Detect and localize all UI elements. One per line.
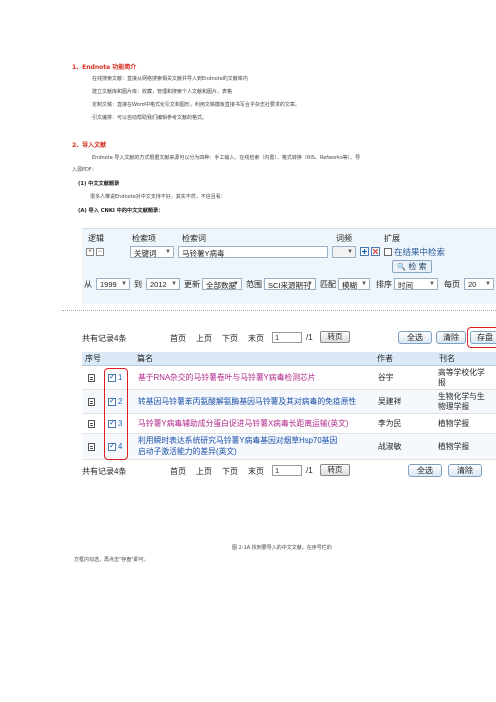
section-2-line: 入源PDF： [72,167,97,173]
select-all-button[interactable]: 全选 [398,331,432,344]
match-select[interactable]: 模糊 ▼ [338,278,370,290]
author: 吴建祥 [378,397,402,406]
field-select[interactable]: 关键词 ▼ [130,246,174,258]
last-page-link[interactable]: 末页 [248,333,264,344]
author: 谷宇 [378,373,394,382]
article-title-link[interactable]: 基于RNA杂交的马铃薯卷叶与马铃薯Y病毒检测芯片 [138,373,316,383]
year-to-select[interactable]: 2012 ▼ [146,278,180,290]
article-title-link[interactable]: 马铃薯Y病毒辅助成分蛋白促进马铃薯X病毒长距离运输(英文) [138,419,349,429]
perpage-select[interactable]: 20 ▼ [464,278,494,290]
section-1-line: 建立文献库和图片库：收藏，管理和搜索个人文献和图片、表格 [92,89,233,95]
first-page-link[interactable]: 首页 [170,333,186,344]
section-1-line: 在线搜索文献：直接从网络搜索相关文献并导入到Endnote的文献库内 [92,76,248,82]
section-2-title: 2、导入文献 [72,142,107,149]
clear-button[interactable]: 清除 [436,331,466,344]
cnki-screenshot: 逻辑 检索项 检索词 词频 扩展 + − 关键词 ▼ 马铃薯Y病毒 ▼ 在结果中检… [62,228,496,534]
article-title-link[interactable]: 利用瞬时表达系统研究马铃薯Y病毒基因对烟草Hsp70基因 [138,436,337,446]
expand-icon[interactable] [371,247,380,256]
table-row: 4 利用瞬时表达系统研究马铃薯Y病毒基因对烟草Hsp70基因 启动子激活能力的差… [82,434,496,460]
figure-caption-cont: 方框内勾选，再点击"存盘"即可。 [74,557,149,563]
extend-label: 扩展 [384,234,400,243]
field-label: 检索项 [132,234,156,243]
next-page-link[interactable]: 下页 [222,466,238,477]
prev-page-link[interactable]: 上页 [196,466,212,477]
document-icon [88,374,95,382]
search-icon: 🔍 [397,264,407,271]
author: 战淑敏 [378,442,402,451]
author: 李为民 [378,419,402,428]
subheading-chinese-records: (1) 中文文献题录 [78,181,120,187]
section-1-line: 引文编排：可以自动帮助我们编辑参考文献的格式。 [92,115,208,121]
search-panel: 逻辑 检索项 检索词 词频 扩展 + − 关键词 ▼ 马铃薯Y病毒 ▼ 在结果中检… [82,228,496,304]
freq-select[interactable]: ▼ [332,246,356,258]
table-row: 3 马铃薯Y病毒辅助成分蛋白促进马铃薯X病毒长距离运输(英文) 李为民 植物学报 [82,414,496,434]
journal: 生物化学与生 [438,392,485,401]
first-page-link[interactable]: 首页 [170,466,186,477]
sort-label: 排序 [376,280,392,289]
from-label: 从 [84,280,92,289]
subheading-cnki: (A) 导入 CNKI 中的中文文献题录： [78,208,164,214]
journal-cont: 报 [438,378,446,387]
col-header-num: 序号 [82,352,134,366]
journal-cont: 物理学报 [438,402,470,411]
add-term-icon[interactable] [360,247,369,256]
article-title-link-cont[interactable]: 启动子激活能力的差异(英文) [138,447,237,457]
col-header-journal: 刊名 [436,352,496,366]
search-term-input[interactable]: 马铃薯Y病毒 [178,246,328,258]
document-icon [88,398,95,406]
update-label: 更新 [184,280,200,289]
scope-select[interactable]: SCI来源期刊 ▼ [264,278,316,290]
total-records: 共有记录4条 [82,334,127,343]
perpage-label: 每页 [444,280,460,289]
total-records-bottom: 共有记录4条 [82,467,127,476]
section-1-title: 1、Endnote 功能简介 [72,64,137,71]
section-1-line: 定制文稿：直接在Word中格式化引文和图形，利用文稿模板直接书写合乎杂志社要求的… [92,102,300,108]
select-all-button[interactable]: 全选 [408,464,442,477]
remove-row-icon[interactable]: − [96,248,104,256]
journal: 植物学报 [438,442,470,451]
sort-select[interactable]: 时间 ▼ [394,278,438,290]
clear-button[interactable]: 清除 [448,464,482,477]
journal: 高等学校化学 [438,368,485,377]
go-page-button[interactable]: 转页 [320,331,350,343]
table-row: 2 转基因马铃薯苯丙氨酸解氨酶基因马铃薯及其对病毒的免疫原性 吴建祥 生物化学与… [82,390,496,414]
document-icon [88,420,95,428]
last-page-link[interactable]: 末页 [248,466,264,477]
page-number-input[interactable]: 1 [272,332,302,343]
page-number-input[interactable]: 1 [272,465,302,476]
highlight-save [467,327,496,348]
subheading-line: 很多人推说Endnote对中文支持不好，其实不然，不信且看： [90,194,226,200]
document-icon [88,443,95,451]
col-header-author: 作者 [374,352,436,366]
in-results-checkbox[interactable] [384,248,392,256]
page-total: /1 [306,466,313,475]
match-label: 匹配 [320,280,336,289]
term-label: 检索词 [182,234,206,243]
article-title-link[interactable]: 转基因马铃薯苯丙氨酸解氨酶基因马铃薯及其对病毒的免疫原性 [138,397,356,407]
update-select[interactable]: 全部数据 ▼ [202,278,242,290]
divider [62,310,496,311]
go-page-button[interactable]: 转页 [320,464,350,476]
col-header-title: 篇名 [134,352,374,366]
section-2-line: Endnote 导入文献的方式根据文献来源可以分为四种：手工输入、在线检索（内置… [92,155,361,161]
next-page-link[interactable]: 下页 [222,333,238,344]
prev-page-link[interactable]: 上页 [196,333,212,344]
search-button[interactable]: 🔍 检 索 [392,260,432,273]
add-row-icon[interactable]: + [86,248,94,256]
year-from-select[interactable]: 1999 ▼ [96,278,130,290]
logic-label: 逻辑 [88,234,104,243]
journal: 植物学报 [438,419,470,428]
scope-label: 范围 [246,280,262,289]
freq-label: 词频 [336,234,352,243]
to-label: 到 [134,280,142,289]
figure-caption: 图 2-1A 找到要导入的中文文献，在序号栏的 [232,545,332,551]
table-row: 1 基于RNA杂交的马铃薯卷叶与马铃薯Y病毒检测芯片 谷宇 高等学校化学 报 [82,366,496,390]
highlight-checkboxes [104,368,128,460]
in-results-label: 在结果中检索 [394,247,446,257]
page-total: /1 [306,333,313,342]
